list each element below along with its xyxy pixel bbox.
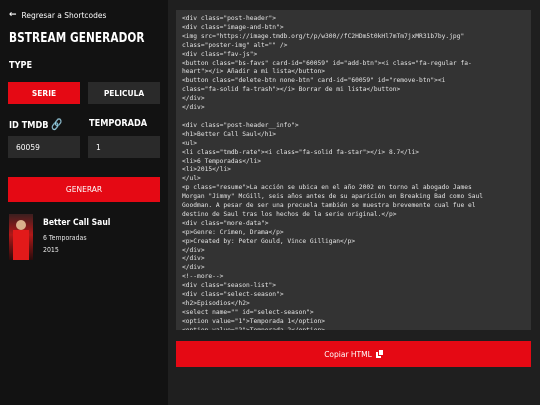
- code-line: </ul>: [182, 175, 201, 183]
- id-tmdb-label: ID TMDB 🔗: [9, 118, 62, 131]
- temporada-label: TEMPORADA: [89, 118, 148, 129]
- sidebar: ← Regresar a Shortcodes BSTREAM GENERADO…: [0, 0, 168, 405]
- code-line: <div class="season-list">: [182, 282, 277, 290]
- generate-button[interactable]: GENERAR: [8, 177, 160, 202]
- code-line: <li class="tmdb-rate"><i class="fa-solid…: [182, 148, 420, 156]
- back-link-label: Regresar a Shortcodes: [21, 10, 107, 20]
- code-line: </div>: [182, 95, 205, 103]
- code-line: heart"></i> Añadir a mi lista</button>: [182, 68, 325, 76]
- code-line: <option value="1">Temporada 1</option>: [182, 317, 325, 325]
- code-line: <div class="fav-js">: [182, 50, 258, 58]
- code-line: </div>: [182, 246, 205, 254]
- code-line: Goodman. A pesar de ser una precuela tam…: [182, 202, 476, 210]
- code-line: </div>: [182, 104, 205, 112]
- id-tmdb-input[interactable]: 60059: [8, 136, 80, 158]
- poster-image: [9, 214, 33, 260]
- code-line: <option value="2">Temporada 2</option>: [182, 327, 325, 330]
- copy-html-button[interactable]: Copiar HTML: [176, 341, 531, 367]
- code-line: <div class="post-header">: [182, 15, 277, 22]
- main-panel: <div class="post-header"> <div class="im…: [168, 0, 540, 405]
- id-tmdb-label-text: ID TMDB: [9, 120, 49, 131]
- code-line: <div class="more-data">: [182, 219, 269, 227]
- code-line: <p class="resume">La acción se ubica en …: [182, 184, 472, 192]
- code-line: <div class="post-header__info">: [182, 121, 299, 129]
- type-label: TYPE: [9, 60, 33, 71]
- code-line: <h2>Episodios</h2>: [182, 300, 250, 307]
- page-title: BSTREAM GENERADOR: [9, 30, 145, 46]
- code-line: <!--more-->: [182, 273, 224, 281]
- code-line: <ul>: [182, 139, 198, 147]
- code-line: destino de Saul tras los hechos de la se…: [182, 210, 397, 218]
- type-pelicula-button[interactable]: PELICULA: [88, 82, 160, 104]
- code-line: <div class="image-and-btn">: [182, 23, 284, 31]
- code-line: Morgan "Jimmy" McGill, seis años antes d…: [182, 193, 484, 201]
- result-seasons: 6 Temporadas: [43, 233, 87, 242]
- poster-figure-head: [16, 220, 26, 230]
- copy-icon: [375, 350, 383, 358]
- code-line: <img src="https://image.tmdb.org/t/p/w30…: [182, 32, 465, 40]
- code-line: <li>2015</li>: [182, 166, 231, 174]
- code-line: <h1>Better Call Saul</h1>: [182, 130, 277, 138]
- temporada-input[interactable]: 1: [88, 136, 160, 158]
- type-serie-button[interactable]: SERIE: [8, 82, 80, 104]
- link-icon[interactable]: 🔗: [51, 118, 62, 131]
- copy-html-label: Copiar HTML: [324, 349, 372, 359]
- code-line: </div>: [182, 255, 205, 263]
- html-code: <div class="post-header"> <div class="im…: [176, 10, 531, 330]
- result-title: Better Call Saul: [43, 218, 111, 228]
- code-line: class="fa-solid fa-trash"></i> Borrar de…: [182, 86, 401, 94]
- code-line: <div class="select-season">: [182, 291, 284, 299]
- code-line: <p>Created by: Peter Gould, Vince Gillig…: [182, 237, 356, 245]
- code-line: class="poster-img" alt="" />: [182, 41, 288, 49]
- code-line: <li>6 Temporadas</li>: [182, 157, 262, 165]
- arrow-left-icon: ←: [9, 10, 17, 20]
- poster-figure-body: [13, 230, 29, 260]
- html-output-area[interactable]: <div class="post-header"> <div class="im…: [176, 10, 531, 330]
- code-line: <button class="bs-favs" card-id="60059" …: [182, 59, 472, 67]
- code-line: </div>: [182, 264, 205, 272]
- code-line: <select name="" id="select-season">: [182, 308, 314, 316]
- code-line: <button class="delete-btn none-btn" card…: [182, 77, 446, 85]
- code-line: <p>Genre: Crimen, Drama</p>: [182, 228, 284, 236]
- result-year: 2015: [43, 245, 59, 254]
- back-link[interactable]: ← Regresar a Shortcodes: [9, 10, 106, 20]
